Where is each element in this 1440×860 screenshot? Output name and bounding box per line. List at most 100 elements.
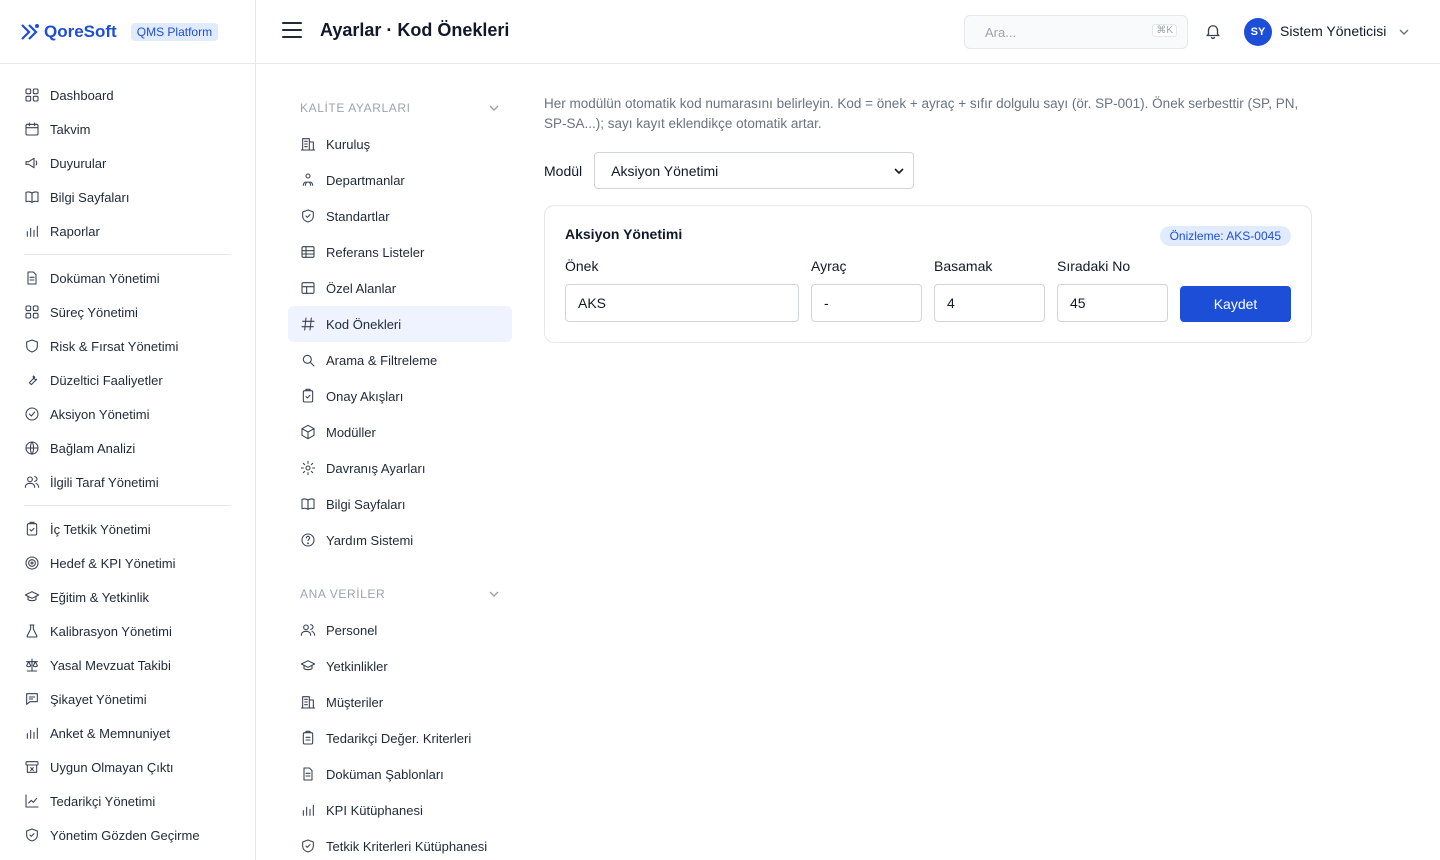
brand-logo[interactable]: QoreSoft [20, 22, 117, 42]
package-icon [301, 424, 315, 440]
sidebar-item-uygun-olmayan-cikti[interactable]: Uygun Olmayan Çıktı [24, 750, 231, 784]
sidebar-item-dokuman-yonetimi[interactable]: Doküman Yönetimi [24, 261, 231, 295]
search-shortcut: ⌘K [1152, 24, 1177, 37]
sidebar-item-surec-yonetimi[interactable]: Süreç Yönetimi [24, 295, 231, 329]
sidebar-item-baglam-analizi[interactable]: Bağlam Analizi [24, 431, 231, 465]
sidebar-item-bilgi-sayfalari[interactable]: Bilgi Sayfaları [24, 180, 231, 214]
prefix-field-group: Önek AKS [565, 258, 799, 322]
settings-item-tedarikci-deger-kriterleri[interactable]: Tedarikçi Değer. Kriterleri [288, 720, 512, 756]
bar-chart-icon [302, 804, 314, 816]
settings-item-kurulus[interactable]: Kuruluş [288, 126, 512, 162]
sidebar-item-label: Eğitim & Yetkinlik [50, 589, 149, 605]
settings-item-label: Departmanlar [326, 172, 405, 188]
settings-section-header[interactable]: ANA VERİLER [288, 584, 512, 604]
module-row: Modül Aksiyon Yönetimi [544, 152, 1312, 189]
sidebar-item-takvim[interactable]: Takvim [24, 112, 231, 146]
users-icon [24, 476, 40, 488]
sidebar-item-risk-firsat-yonetimi[interactable]: Risk & Fırsat Yönetimi [24, 329, 231, 363]
sidebar-item-aksiyon-yonetimi[interactable]: Aksiyon Yönetimi [24, 397, 231, 431]
platform-badge: QMS Platform [130, 22, 219, 41]
sidebar-item-ic-tetkik-yonetimi[interactable]: İç Tetkik Yönetimi [24, 512, 231, 546]
shield-check-icon [26, 828, 38, 842]
settings-item-label: Referans Listeler [326, 244, 425, 260]
sidebar-item-anket-memnuniyet[interactable]: Anket & Memnuniyet [24, 716, 231, 750]
settings-item-kpi-kutuphanesi[interactable]: KPI Kütüphanesi [288, 792, 512, 828]
settings-item-arama-filtreleme[interactable]: Arama & Filtreleme [288, 342, 512, 378]
next-number-field-group: Sıradaki No 45 [1057, 258, 1168, 322]
book-icon [25, 191, 39, 203]
prefix-label: Önek [565, 258, 599, 274]
module-label: Modül [544, 162, 583, 179]
settings-item-label: Onay Akışları [326, 388, 404, 404]
user-name[interactable]: Sistem Yöneticisi [1280, 23, 1386, 39]
sidebar-item-hedef-kpi-yonetimi[interactable]: Hedef & KPI Yönetimi [24, 546, 231, 580]
next-number-label: Sıradaki No [1057, 258, 1131, 274]
sidebar-item-raporlar[interactable]: Raporlar [24, 214, 231, 248]
settings-item-label: Doküman Şablonları [326, 766, 444, 782]
sidebar-item-kalibrasyon-yonetimi[interactable]: Kalibrasyon Yönetimi [24, 614, 231, 648]
settings-item-label: Tetkik Kriterleri Kütüphanesi [326, 838, 488, 854]
digits-label: Basamak [934, 258, 993, 274]
chevron-down-icon[interactable] [1398, 26, 1410, 38]
settings-item-label: Kod Önekleri [326, 316, 402, 332]
module-select[interactable]: Aksiyon Yönetimi [594, 152, 915, 189]
sidebar-item-ilgili-taraf-yonetimi[interactable]: İlgili Taraf Yönetimi [24, 465, 231, 499]
separator-input[interactable]: - [811, 284, 922, 322]
settings-item-kod-onekleri[interactable]: Kod Önekleri [288, 306, 512, 342]
next-number-input[interactable]: 45 [1057, 284, 1168, 322]
settings-item-label: Özel Alanlar [326, 280, 397, 296]
line-chart-icon [25, 794, 39, 808]
settings-item-personel[interactable]: Personel [288, 612, 512, 648]
bell-icon[interactable] [1204, 22, 1222, 40]
settings-item-moduller[interactable]: Modüller [288, 414, 512, 450]
sidebar-item-yasal-mevzuat-takibi[interactable]: Yasal Mevzuat Takibi [24, 648, 231, 682]
settings-item-standartlar[interactable]: Standartlar [288, 198, 512, 234]
settings-section-header[interactable]: KALİTE AYARLARI [288, 98, 512, 118]
settings-item-departmanlar[interactable]: Departmanlar [288, 162, 512, 198]
settings-item-ozel-alanlar[interactable]: Özel Alanlar [288, 270, 512, 306]
message-icon [26, 693, 38, 705]
sidebar-item-dashboard[interactable]: Dashboard [24, 78, 231, 112]
check-circle-icon [25, 407, 39, 421]
chevron-down-icon [894, 167, 904, 174]
sidebar-item-label: Hedef & KPI Yönetimi [50, 555, 176, 571]
sidebar-item-tedarikci-yonetimi[interactable]: Tedarikçi Yönetimi [24, 784, 231, 818]
book-icon [301, 498, 315, 510]
sidebar-item-duyurular[interactable]: Duyurular [24, 146, 231, 180]
megaphone-icon [25, 157, 38, 169]
settings-item-bilgi-sayfalari[interactable]: Bilgi Sayfaları [288, 486, 512, 522]
save-button[interactable]: Kaydet [1180, 286, 1291, 322]
sidebar-item-label: Doküman Yönetimi [50, 270, 160, 286]
settings-item-label: Kuruluş [326, 136, 371, 152]
sidebar-item-label: Düzeltici Faaliyetler [50, 372, 163, 388]
search-icon [302, 354, 315, 367]
sidebar-item-label: İlgili Taraf Yönetimi [50, 474, 159, 490]
sidebar-item-sikayet-yonetimi[interactable]: Şikayet Yönetimi [24, 682, 231, 716]
settings-item-label: Müşteriler [326, 694, 384, 710]
settings-item-dokuman-sablonlari[interactable]: Doküman Şablonları [288, 756, 512, 792]
process-icon [25, 305, 39, 319]
building-icon [300, 696, 316, 709]
prefix-input[interactable]: AKS [565, 284, 799, 322]
settings-item-label: Bilgi Sayfaları [326, 496, 406, 512]
sidebar-item-label: Yasal Mevzuat Takibi [50, 657, 171, 673]
settings-item-referans-listeler[interactable]: Referans Listeler [288, 234, 512, 270]
avatar[interactable]: SY [1244, 18, 1272, 46]
sidebar-item-duzeltici-faaliyetler[interactable]: Düzeltici Faaliyetler [24, 363, 231, 397]
digits-input[interactable]: 4 [934, 284, 1045, 322]
calendar-icon [25, 122, 39, 136]
settings-item-davranis-ayarlari[interactable]: Davranış Ayarları [288, 450, 512, 486]
shield-check-icon [302, 839, 314, 853]
search-input[interactable]: Ara... ⌘K [964, 15, 1188, 49]
menu-toggle-button[interactable] [282, 22, 302, 40]
settings-item-yardim-sistemi[interactable]: Yardım Sistemi [288, 522, 512, 558]
sidebar-item-yonetim-gozden-gecirme[interactable]: Yönetim Gözden Geçirme [24, 818, 231, 852]
target-icon [25, 556, 39, 570]
settings-item-musteriler[interactable]: Müşteriler [288, 684, 512, 720]
settings-item-tetkik-kriterleri-kutuphanesi[interactable]: Tetkik Kriterleri Kütüphanesi [288, 828, 512, 860]
sidebar-item-egitim-yetkinlik[interactable]: Eğitim & Yetkinlik [24, 580, 231, 614]
settings-item-onay-akislari[interactable]: Onay Akışları [288, 378, 512, 414]
settings-item-yetkinlikler[interactable]: Yetkinlikler [288, 648, 512, 684]
shield-icon [26, 339, 38, 353]
settings-item-label: Arama & Filtreleme [326, 352, 438, 368]
